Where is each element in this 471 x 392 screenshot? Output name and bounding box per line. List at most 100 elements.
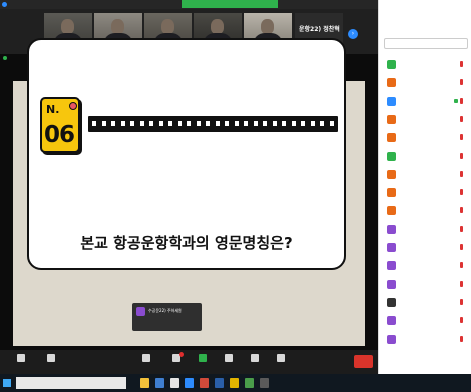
participant-row[interactable]	[379, 58, 471, 73]
word-icon[interactable]	[215, 378, 224, 388]
participant-avatar	[111, 19, 124, 34]
participant-avatar	[387, 261, 396, 271]
participant-row[interactable]	[379, 113, 471, 128]
film-hole	[111, 121, 115, 126]
film-hole	[301, 121, 305, 126]
excel-icon[interactable]	[245, 378, 254, 388]
participant-row[interactable]	[379, 296, 471, 311]
film-hole	[272, 121, 277, 126]
film-hole	[244, 121, 248, 126]
share-screen-button[interactable]	[192, 352, 214, 372]
film-hole	[158, 121, 163, 126]
participant-row[interactable]	[379, 241, 471, 256]
muted-microphone-icon	[460, 262, 463, 269]
participant-row[interactable]	[379, 259, 471, 274]
participant-row[interactable]	[379, 204, 471, 219]
participant-avatar	[387, 334, 396, 344]
muted-microphone-icon	[460, 298, 463, 305]
record-button[interactable]	[218, 352, 240, 372]
chat-notification[interactable]: 수공운22) 주하세원	[132, 303, 202, 331]
system-tray[interactable]	[350, 380, 435, 386]
participant-avatar	[387, 297, 396, 307]
zoom-taskbar-icon[interactable]	[185, 378, 194, 388]
participant-row[interactable]	[379, 131, 471, 146]
microphone-icon	[17, 354, 25, 362]
film-hole	[225, 121, 229, 126]
gallery-next-page-icon[interactable]: ›	[348, 29, 358, 39]
reactions-button[interactable]	[244, 352, 266, 372]
participant-row[interactable]	[379, 278, 471, 293]
participants-panel	[378, 0, 471, 374]
film-hole	[215, 121, 220, 126]
muted-microphone-icon	[460, 280, 463, 287]
participant-avatar	[387, 96, 396, 106]
participant-avatar	[387, 133, 396, 143]
participant-row[interactable]	[379, 186, 471, 201]
video-button[interactable]	[40, 352, 62, 372]
muted-microphone-icon	[460, 317, 463, 324]
apps-icon	[277, 354, 285, 362]
film-strip-decoration	[88, 116, 338, 132]
participants-icon	[142, 354, 150, 362]
store-icon[interactable]	[170, 378, 179, 388]
chat-sender-name: 수공운22) 주하세원	[148, 308, 182, 313]
chat-sender-avatar	[136, 307, 145, 316]
muted-microphone-icon	[460, 189, 463, 196]
powerpoint-icon[interactable]	[200, 378, 209, 388]
participant-avatar	[387, 316, 396, 326]
film-hole	[206, 121, 210, 126]
participant-avatar	[161, 19, 174, 34]
film-hole	[320, 121, 324, 126]
windows-taskbar	[0, 374, 471, 392]
chrome-icon[interactable]	[230, 378, 239, 388]
film-hole	[310, 121, 315, 126]
participant-avatar	[387, 206, 396, 216]
participant-row[interactable]	[379, 223, 471, 238]
apps-button[interactable]	[270, 352, 292, 372]
film-hole	[291, 121, 296, 126]
film-hole	[177, 121, 182, 126]
muted-microphone-icon	[460, 79, 463, 86]
screen-share-banner	[182, 0, 458, 8]
edge-icon[interactable]	[155, 378, 164, 388]
participant-search-input[interactable]	[384, 38, 468, 49]
unread-badge	[179, 352, 184, 357]
muted-microphone-icon	[460, 207, 463, 214]
participant-avatar	[387, 114, 396, 124]
participant-row[interactable]	[379, 333, 471, 348]
participant-row[interactable]	[379, 168, 471, 183]
film-hole	[168, 121, 172, 126]
chat-button[interactable]	[165, 352, 187, 372]
quiz-question: 본교 항공운항학과의 영문명칭은?	[80, 234, 293, 252]
badge-prefix: N.	[46, 103, 60, 116]
mute-button[interactable]	[10, 352, 32, 372]
participant-avatar	[387, 279, 396, 289]
participant-row[interactable]	[379, 95, 471, 110]
muted-microphone-icon	[460, 152, 463, 159]
participant-row[interactable]	[379, 314, 471, 329]
participant-row[interactable]	[379, 76, 471, 91]
participants-button[interactable]	[135, 352, 157, 372]
app-icon[interactable]	[260, 378, 269, 388]
participant-row[interactable]	[379, 150, 471, 165]
film-hole	[101, 121, 106, 126]
film-hole	[234, 121, 239, 126]
badge-number: 06	[44, 122, 75, 148]
name-tile-name: 운항22) 정찬혁	[299, 26, 340, 33]
participant-avatar	[387, 224, 396, 234]
film-hole	[149, 121, 153, 126]
film-hole	[130, 121, 134, 126]
film-hole	[139, 121, 144, 126]
film-hole	[120, 121, 125, 126]
file-explorer-icon[interactable]	[140, 378, 149, 388]
question-number-badge: N. 06	[40, 97, 80, 153]
participant-avatar	[61, 19, 74, 34]
end-meeting-button[interactable]	[354, 355, 373, 368]
video-camera-icon	[47, 354, 55, 362]
participant-avatar	[387, 78, 396, 88]
windows-start-icon[interactable]	[3, 379, 11, 387]
film-hole	[329, 121, 334, 126]
muted-microphone-icon	[460, 225, 463, 232]
taskbar-search-box[interactable]	[16, 377, 126, 389]
film-hole	[263, 121, 267, 126]
